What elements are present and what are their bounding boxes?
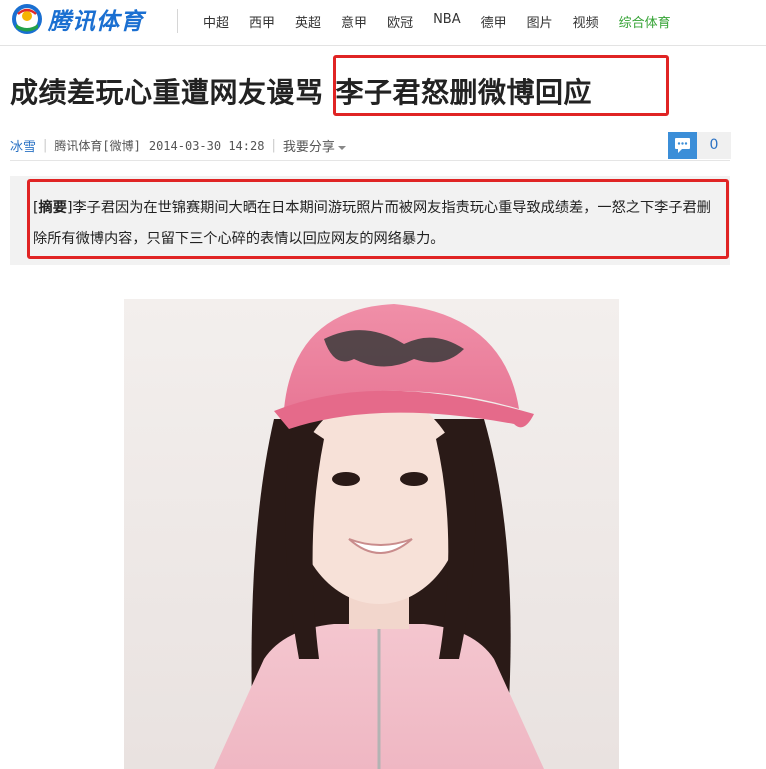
author-link[interactable]: 冰雪 xyxy=(10,136,36,155)
comment-icon xyxy=(668,132,697,159)
share-label: 我要分享 xyxy=(282,140,335,155)
article-title-part1: 成绩差玩心重遭网友谩骂 xyxy=(10,76,324,109)
nav-item-bundesliga[interactable]: 德甲 xyxy=(481,12,507,31)
nav-item-epl[interactable]: 英超 xyxy=(295,12,321,31)
meta-separator-2: | xyxy=(271,138,276,153)
top-navigation-bar: 腾讯体育 中超 西甲 英超 意甲 欧冠 NBA 德甲 图片 视频 综合体育 xyxy=(0,0,766,46)
share-caret-icon xyxy=(337,145,346,150)
article-photo xyxy=(124,299,619,769)
nav-item-photos[interactable]: 图片 xyxy=(527,12,553,31)
site-logo[interactable]: 腾讯体育 xyxy=(10,2,144,36)
article-meta: 冰雪 | 腾讯体育[微博] 2014-03-30 14:28 | 我要分享 xyxy=(10,136,346,155)
nav-item-nba[interactable]: NBA xyxy=(433,12,461,31)
comment-count: 0 xyxy=(697,132,731,159)
nav-item-seriea[interactable]: 意甲 xyxy=(341,12,367,31)
nav-item-ucl[interactable]: 欧冠 xyxy=(387,12,413,31)
logo-divider xyxy=(177,9,178,33)
meta-separator: | xyxy=(43,138,48,153)
nav-item-laliga[interactable]: 西甲 xyxy=(249,12,275,31)
logo-text: 腾讯体育 xyxy=(48,9,144,35)
nav-item-general-sports[interactable]: 综合体育 xyxy=(619,12,671,31)
article-datetime: 2014-03-30 14:28 xyxy=(148,138,265,153)
tencent-logo-icon xyxy=(10,2,44,36)
comment-button[interactable]: 0 xyxy=(668,132,731,159)
nav-item-video[interactable]: 视频 xyxy=(573,12,599,31)
meta-divider xyxy=(10,160,730,161)
nav-item-csl[interactable]: 中超 xyxy=(203,12,229,31)
main-nav: 中超 西甲 英超 意甲 欧冠 NBA 德甲 图片 视频 综合体育 xyxy=(203,12,691,31)
summary-highlight-box xyxy=(27,179,729,259)
title-highlight-box xyxy=(333,55,669,116)
article-source[interactable]: 腾讯体育[微博] xyxy=(54,137,140,154)
share-button[interactable]: 我要分享 xyxy=(283,136,346,155)
